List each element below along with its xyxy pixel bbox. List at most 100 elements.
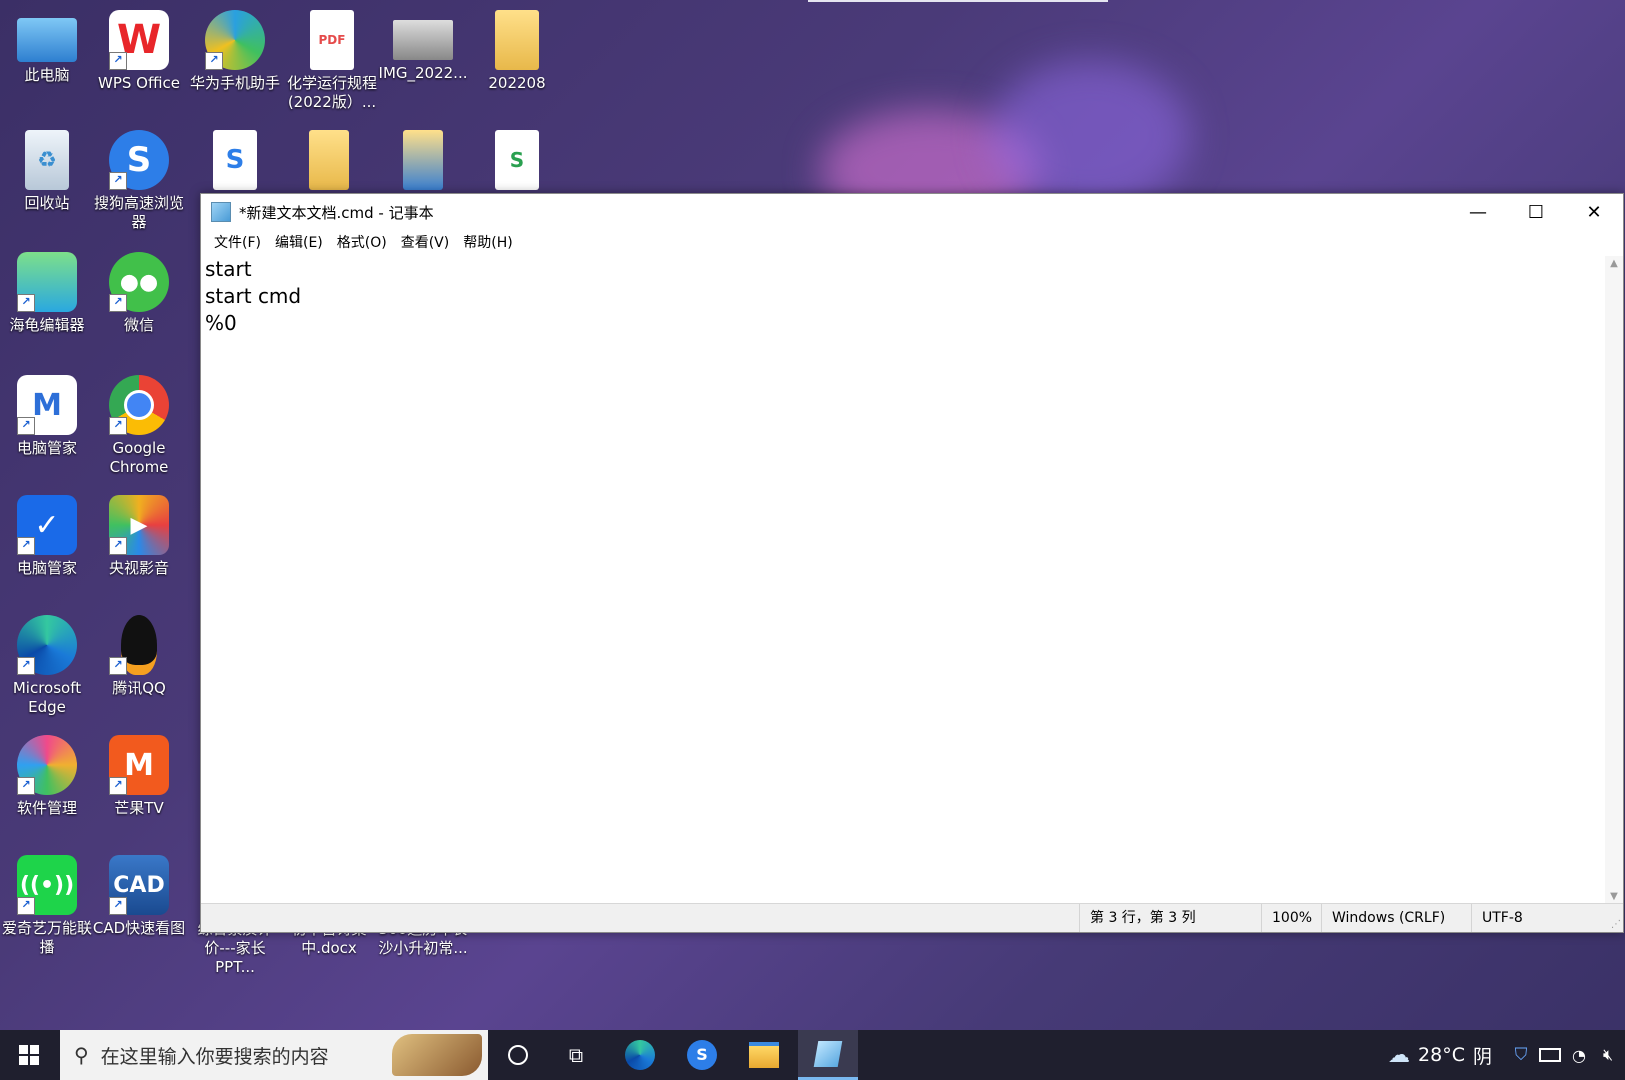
text-editor[interactable]: start start cmd %0 (201, 256, 1605, 904)
shortcut-arrow-icon: ↗ (17, 897, 35, 915)
desktop-icon-huawei-assistant[interactable]: ↗ 华为手机助手 (188, 10, 282, 93)
desktop-icon-edge[interactable]: ↗ Microsoft Edge (0, 615, 94, 717)
close-button[interactable]: ✕ (1565, 194, 1623, 230)
menu-view[interactable]: 查看(V) (394, 232, 457, 252)
editor-line: start cmd (205, 284, 302, 308)
desktop-icon-spreadsheet[interactable]: S (470, 130, 564, 190)
desktop-icon-sogou-file[interactable]: S (188, 130, 282, 190)
weather-condition: 阴 (1472, 1045, 1492, 1068)
desktop-icon-pc-manager-2[interactable]: ✓ ↗ 电脑管家 (0, 495, 94, 578)
menu-format[interactable]: 格式(O) (330, 232, 394, 252)
iqiyi-cast-icon: ((•)) ↗ (17, 855, 77, 915)
shortcut-arrow-icon: ↗ (17, 294, 35, 312)
task-view-button[interactable]: ⧉ (548, 1030, 604, 1080)
taskbar-search-box[interactable]: ⚲ 在这里输入你要搜索的内容 (60, 1030, 488, 1080)
shortcut-arrow-icon: ↗ (17, 537, 35, 555)
pc-manager-icon: M ↗ (17, 375, 77, 435)
weather-temperature: 28°C (1418, 1044, 1465, 1066)
chrome-center-icon (124, 390, 154, 420)
desktop-icon-pc-manager-1[interactable]: M ↗ 电脑管家 (0, 375, 94, 458)
shortcut-arrow-icon: ↗ (17, 777, 35, 795)
cad-viewer-icon: CAD ↗ (109, 855, 169, 915)
turtle-editor-icon: ↗ (17, 252, 77, 312)
scroll-down-icon[interactable]: ▼ (1605, 891, 1623, 902)
shortcut-arrow-icon: ↗ (205, 52, 223, 70)
scroll-up-icon[interactable]: ▲ (1605, 258, 1623, 269)
menu-bar: 文件(F) 编辑(E) 格式(O) 查看(V) 帮助(H) (201, 230, 1623, 254)
wallpaper-top-bar (808, 0, 1108, 2)
shortcut-arrow-icon: ↗ (109, 172, 127, 190)
battery-icon[interactable] (1536, 1030, 1564, 1080)
desktop-icon-chrome[interactable]: ↗ Google Chrome (92, 375, 186, 477)
shortcut-arrow-icon: ↗ (17, 657, 35, 675)
desktop-icon-wechat[interactable]: ●● ↗ 微信 (92, 252, 186, 335)
folder-icon (495, 10, 539, 70)
desktop-icon-blue-folder[interactable] (376, 130, 470, 190)
shortcut-arrow-icon: ↗ (109, 52, 127, 70)
desktop-icon-img[interactable]: IMG_2022... (376, 10, 470, 83)
minimize-button[interactable]: — (1449, 194, 1507, 230)
shortcut-arrow-icon: ↗ (109, 657, 127, 675)
desktop-icon-mango-tv[interactable]: M ↗ 芒果TV (92, 735, 186, 818)
menu-edit[interactable]: 编辑(E) (268, 232, 330, 252)
taskbar-notepad[interactable] (798, 1030, 858, 1080)
search-placeholder: 在这里输入你要搜索的内容 (100, 1045, 329, 1068)
edge-icon: ↗ (17, 615, 77, 675)
taskbar-sogou-browser[interactable]: S (674, 1030, 730, 1080)
wps-icon: W ↗ (109, 10, 169, 70)
start-button[interactable] (0, 1030, 58, 1080)
status-line-ending: Windows (CRLF) (1321, 904, 1445, 932)
maximize-button[interactable]: ☐ (1507, 194, 1565, 230)
volume-muted-icon[interactable]: 🔇︎ (1594, 1030, 1622, 1080)
taskbar: ⚲ 在这里输入你要搜索的内容 ⧉ S ☁ 28°C 阴 ⛉ ◔ 🔇︎ (0, 1030, 1625, 1080)
desktop-icon-cad-viewer[interactable]: CAD ↗ CAD快速看图 (92, 855, 186, 938)
weather-widget[interactable]: ☁ 28°C 阴 (1380, 1030, 1500, 1080)
window-title: *新建文本文档.cmd - 记事本 (239, 203, 434, 222)
taskbar-edge[interactable] (612, 1030, 668, 1080)
desktop-icon-turtle-editor[interactable]: ↗ 海龟编辑器 (0, 252, 94, 335)
wechat-icon: ●● ↗ (109, 252, 169, 312)
menu-file[interactable]: 文件(F) (207, 232, 268, 252)
chrome-icon: ↗ (109, 375, 169, 435)
edge-icon (625, 1040, 655, 1070)
status-encoding: UTF-8 (1471, 904, 1523, 932)
desktop-icon-pdf-file[interactable]: PDF 化学运行规程(2022版）... (282, 10, 382, 112)
cortana-button[interactable] (492, 1030, 544, 1080)
wallpaper-splash (990, 60, 1190, 210)
folder-icon (403, 130, 443, 190)
image-file-icon (393, 20, 453, 60)
desktop-icon-cctv-video[interactable]: ▶ ↗ 央视影音 (92, 495, 186, 578)
desktop-icon-software-manager[interactable]: ↗ 软件管理 (0, 735, 94, 818)
computer-icon (17, 18, 77, 62)
task-view-icon: ⧉ (568, 1043, 584, 1067)
sogou-file-icon: S (213, 130, 257, 190)
shortcut-arrow-icon: ↗ (109, 417, 127, 435)
editor-line: %0 (205, 311, 237, 335)
mango-tv-icon: M ↗ (109, 735, 169, 795)
desktop-icon-sogou-browser[interactable]: S ↗ 搜狗高速浏览器 (92, 130, 186, 232)
desktop-icon-this-pc[interactable]: 此电脑 (0, 10, 94, 85)
desktop-icon-recycle-bin[interactable]: ♻ 回收站 (0, 130, 94, 213)
cortana-circle-icon (508, 1045, 528, 1065)
title-bar[interactable]: *新建文本文档.cmd - 记事本 — ☐ ✕ (201, 194, 1623, 230)
search-illustration-icon (392, 1034, 482, 1076)
desktop-icon-wps[interactable]: W ↗ WPS Office (92, 10, 186, 93)
tray-security-icon[interactable]: ⛉ (1508, 1030, 1534, 1080)
sogou-browser-icon: S ↗ (109, 130, 169, 190)
windows-logo-icon (19, 1045, 39, 1065)
desktop-icon-doc-folder[interactable] (282, 130, 376, 190)
desktop-icon-folder-202208[interactable]: 202208 (470, 10, 564, 93)
search-icon: ⚲ (74, 1043, 89, 1067)
desktop-icon-qq[interactable]: ↗ 腾讯QQ (92, 615, 186, 698)
taskbar-file-explorer[interactable] (736, 1030, 792, 1080)
vertical-scrollbar[interactable]: ▲ ▼ (1605, 256, 1623, 904)
menu-help[interactable]: 帮助(H) (456, 232, 519, 252)
shortcut-arrow-icon: ↗ (109, 897, 127, 915)
shortcut-arrow-icon: ↗ (109, 294, 127, 312)
wifi-icon[interactable]: ◔ (1566, 1030, 1592, 1080)
desktop-icon-iqiyi-cast[interactable]: ((•)) ↗ 爱奇艺万能联播 (0, 855, 94, 957)
sogou-browser-icon: S (687, 1040, 717, 1070)
folder-icon (309, 130, 349, 190)
notepad-window: *新建文本文档.cmd - 记事本 — ☐ ✕ 文件(F) 编辑(E) 格式(O… (200, 193, 1624, 933)
resize-grip-icon[interactable]: ⋰ (1611, 919, 1621, 930)
